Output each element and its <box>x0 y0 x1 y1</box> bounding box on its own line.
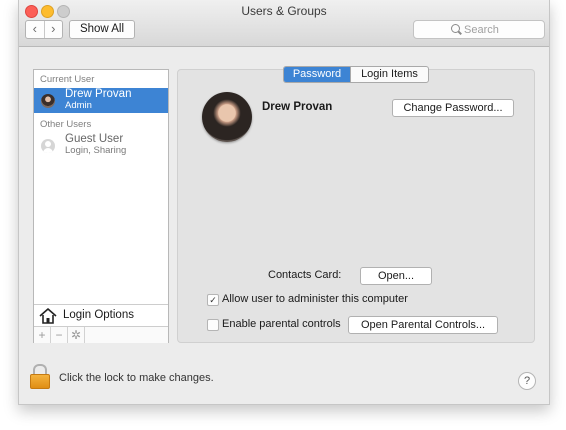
tab-bar: Password Login Items <box>283 66 429 83</box>
user-details-panel: Password Login Items Drew Provan Change … <box>177 66 535 343</box>
show-all-button[interactable]: Show All <box>69 20 135 39</box>
user-row-drew-provan[interactable]: Drew Provan Admin <box>34 88 168 113</box>
help-button[interactable]: ? <box>518 372 536 390</box>
user-role: Admin <box>65 100 92 111</box>
search-field[interactable] <box>413 20 545 39</box>
open-parental-controls-button[interactable]: Open Parental Controls... <box>348 316 498 334</box>
user-name: Drew Provan <box>65 88 132 100</box>
login-options-item[interactable]: Login Options <box>34 304 168 326</box>
users-groups-window: Users & Groups ‹ › Show All Current User… <box>18 0 550 405</box>
open-contacts-card-button[interactable]: Open... <box>360 267 432 285</box>
user-photo[interactable] <box>202 92 252 142</box>
login-options-label: Login Options <box>63 309 134 321</box>
allow-admin-checkbox[interactable]: ✓ <box>207 294 219 306</box>
history-nav: ‹ › <box>25 20 63 39</box>
tab-login-items[interactable]: Login Items <box>350 67 428 82</box>
user-name: Guest User <box>65 133 124 145</box>
forward-button[interactable]: › <box>43 21 63 38</box>
change-password-button[interactable]: Change Password... <box>392 99 514 117</box>
add-user-button[interactable]: + <box>34 327 51 343</box>
user-role: Login, Sharing <box>65 145 127 156</box>
users-sidebar: Current User Drew Provan Admin Other Use… <box>33 69 169 343</box>
remove-user-button[interactable]: − <box>51 327 68 343</box>
user-full-name: Drew Provan <box>262 101 333 113</box>
person-icon <box>41 139 55 153</box>
user-avatar <box>41 94 55 108</box>
other-users-heading: Other Users <box>40 119 92 130</box>
back-button[interactable]: ‹ <box>26 21 44 38</box>
tab-password[interactable]: Password <box>284 67 350 82</box>
parental-controls-checkbox[interactable] <box>207 319 219 331</box>
parental-controls-label: Enable parental controls <box>222 318 341 330</box>
user-row-guest-user[interactable]: Guest User Login, Sharing <box>34 133 168 158</box>
allow-admin-label: Allow user to administer this computer <box>222 293 408 305</box>
current-user-heading: Current User <box>40 74 95 85</box>
action-gear-button[interactable]: ✲ <box>68 327 85 343</box>
title-bar: Users & Groups ‹ › Show All <box>19 0 549 47</box>
lock-message: Click the lock to make changes. <box>59 372 214 384</box>
padlock-icon[interactable] <box>30 364 50 389</box>
search-input[interactable] <box>464 21 540 38</box>
window-title: Users & Groups <box>241 4 327 18</box>
search-icon <box>451 24 460 33</box>
house-icon <box>39 308 57 324</box>
contacts-card-label: Contacts Card: <box>268 269 342 281</box>
sidebar-toolbar: + − ✲ <box>34 326 168 343</box>
